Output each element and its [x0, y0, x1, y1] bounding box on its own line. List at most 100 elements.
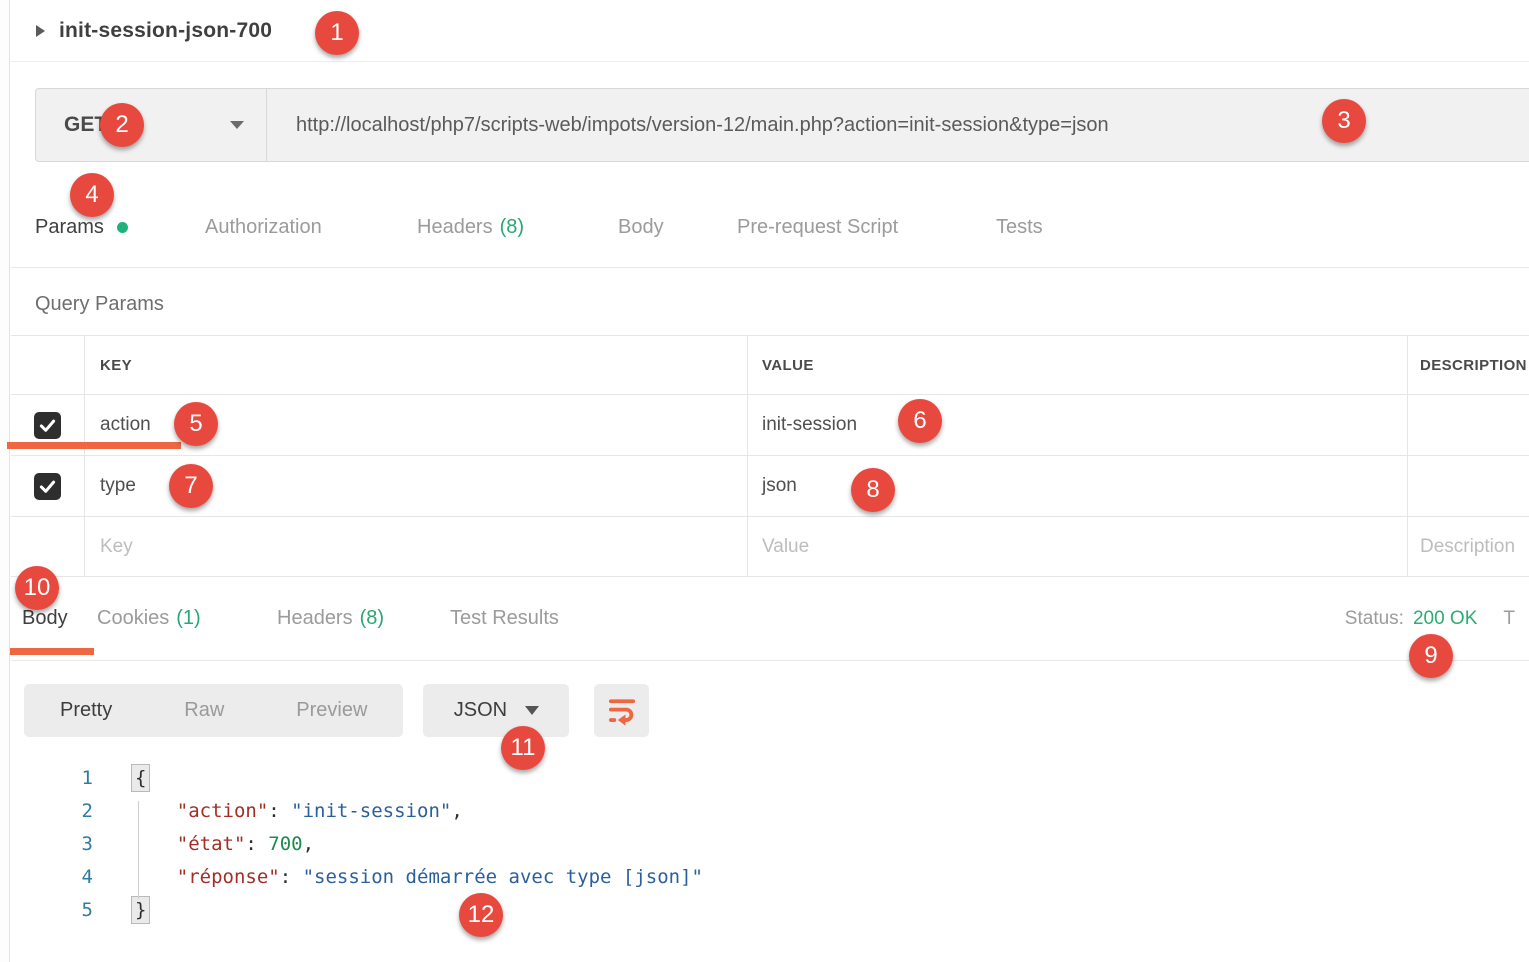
tab-headers[interactable]: Headers (8) [417, 187, 524, 267]
open-brace: { [131, 764, 150, 792]
line-number: 1 [11, 767, 93, 789]
param-value-cell[interactable]: init-session [748, 395, 1408, 455]
sidebar-edge [0, 0, 10, 962]
tab-prerequest-script[interactable]: Pre-request Script [737, 187, 898, 267]
annotation-badge: 5 [174, 402, 218, 446]
response-toolbar: Pretty Raw Preview JSON [24, 684, 1529, 737]
status-value: 200 OK [1413, 608, 1477, 630]
code-line: 1 { [11, 761, 1529, 794]
format-dropdown[interactable]: JSON [423, 684, 569, 737]
postman-request-window: init-session-json-700 GET Params Authori [0, 0, 1529, 962]
wrap-text-icon [605, 695, 639, 727]
tab-params-label: Params [35, 216, 104, 239]
resp-tab-headers[interactable]: Headers (8) [277, 577, 384, 660]
json-string: "session démarrée avec type [json]" [303, 866, 703, 888]
resp-tab-headers-count: (8) [360, 607, 384, 630]
response-tabs: Body Cookies (1) Headers (8) Test Result… [11, 577, 1529, 661]
new-key-cell [85, 517, 748, 576]
wrap-text-button[interactable] [594, 684, 649, 737]
close-brace: } [131, 896, 150, 924]
status-label: Status: [1345, 608, 1404, 630]
json-string: "init-session" [291, 800, 451, 822]
tab-headers-label: Headers [417, 216, 493, 239]
new-value-input[interactable] [762, 536, 1375, 558]
param-key: action [100, 414, 151, 436]
brace-fold-guide [138, 801, 139, 899]
table-row-empty [11, 517, 1529, 577]
line-number: 4 [11, 866, 93, 888]
resp-tab-cookies[interactable]: Cookies (1) [97, 577, 201, 660]
line-number: 3 [11, 833, 93, 855]
check-icon [37, 476, 58, 497]
url-control: GET [35, 88, 1529, 162]
tab-body-label: Body [618, 216, 664, 239]
query-params-heading: Query Params [35, 291, 1529, 318]
request-title-bar[interactable]: init-session-json-700 [11, 0, 1529, 62]
new-value-cell [748, 517, 1408, 576]
line-number: 5 [11, 899, 93, 921]
request-title: init-session-json-700 [59, 19, 272, 43]
resp-tab-headers-label: Headers [277, 607, 353, 630]
annotation-badge: 6 [898, 399, 942, 443]
annotation-badge: 8 [851, 468, 895, 512]
param-value-cell[interactable]: json [748, 456, 1408, 516]
resp-tab-body-label: Body [22, 607, 68, 630]
tab-authorization-label: Authorization [205, 216, 322, 239]
param-description-cell[interactable] [1408, 395, 1529, 455]
param-value: init-session [762, 414, 857, 436]
method-dropdown[interactable]: GET [35, 88, 266, 162]
request-tabs: Params Authorization Headers (8) Body Pr… [11, 187, 1529, 268]
description-column-header: DESCRIPTION [1408, 336, 1529, 394]
tab-prerequest-label: Pre-request Script [737, 216, 898, 239]
json-key: "réponse" [177, 866, 280, 888]
json-number: 700 [268, 833, 302, 855]
annotation-badge: 4 [70, 173, 114, 217]
url-section: GET [11, 62, 1529, 187]
annotation-badge: 12 [459, 893, 503, 937]
collapse-arrow-icon [36, 25, 45, 37]
response-body-viewer: 1 { 2 "action": "init-session", 3 "état"… [11, 761, 1529, 926]
param-value: json [762, 475, 797, 497]
tab-tests-label: Tests [996, 216, 1043, 239]
new-key-input[interactable] [100, 536, 715, 558]
param-key: type [100, 475, 136, 497]
checkbox-column-header [11, 336, 85, 394]
annotation-badge: 9 [1409, 634, 1453, 678]
params-active-dot-icon [117, 222, 128, 233]
tab-body[interactable]: Body [618, 187, 664, 267]
format-dropdown-caret-icon [525, 706, 539, 715]
view-preview-button[interactable]: Preview [260, 699, 403, 722]
view-raw-button[interactable]: Raw [148, 699, 260, 722]
format-label: JSON [454, 699, 507, 722]
annotation-badge: 1 [315, 11, 359, 55]
value-column-header: VALUE [748, 336, 1408, 394]
checkbox-cell [11, 517, 85, 576]
param-checkbox[interactable] [34, 473, 61, 500]
tab-authorization[interactable]: Authorization [205, 187, 322, 267]
annotation-badge: 10 [15, 566, 59, 610]
json-key: "action" [177, 800, 269, 822]
annotation-badge: 7 [169, 464, 213, 508]
table-row: action init-session [11, 395, 1529, 456]
annotation-badge: 3 [1322, 99, 1366, 143]
tab-headers-count: (8) [500, 216, 524, 239]
tab-tests[interactable]: Tests [996, 187, 1043, 267]
code-line: 2 "action": "init-session", [11, 794, 1529, 827]
new-description-cell [1408, 517, 1529, 576]
resp-tab-test-results[interactable]: Test Results [450, 577, 559, 660]
checkbox-cell [11, 456, 85, 516]
resp-tab-cookies-label: Cookies [97, 607, 169, 630]
code-line: 3 "état": 700, [11, 827, 1529, 860]
view-pretty-button[interactable]: Pretty [24, 699, 148, 722]
view-mode-switch: Pretty Raw Preview [24, 684, 403, 737]
active-tab-underline [7, 442, 181, 449]
resp-tab-test-results-label: Test Results [450, 607, 559, 630]
param-checkbox[interactable] [34, 412, 61, 439]
json-key: "état" [177, 833, 246, 855]
active-response-tab-underline [10, 648, 94, 655]
code-line: 4 "réponse": "session démarrée avec type… [11, 860, 1529, 893]
table-row: type json [11, 456, 1529, 517]
new-description-input[interactable] [1420, 536, 1524, 558]
table-header-row: KEY VALUE DESCRIPTION [11, 336, 1529, 395]
param-description-cell[interactable] [1408, 456, 1529, 516]
